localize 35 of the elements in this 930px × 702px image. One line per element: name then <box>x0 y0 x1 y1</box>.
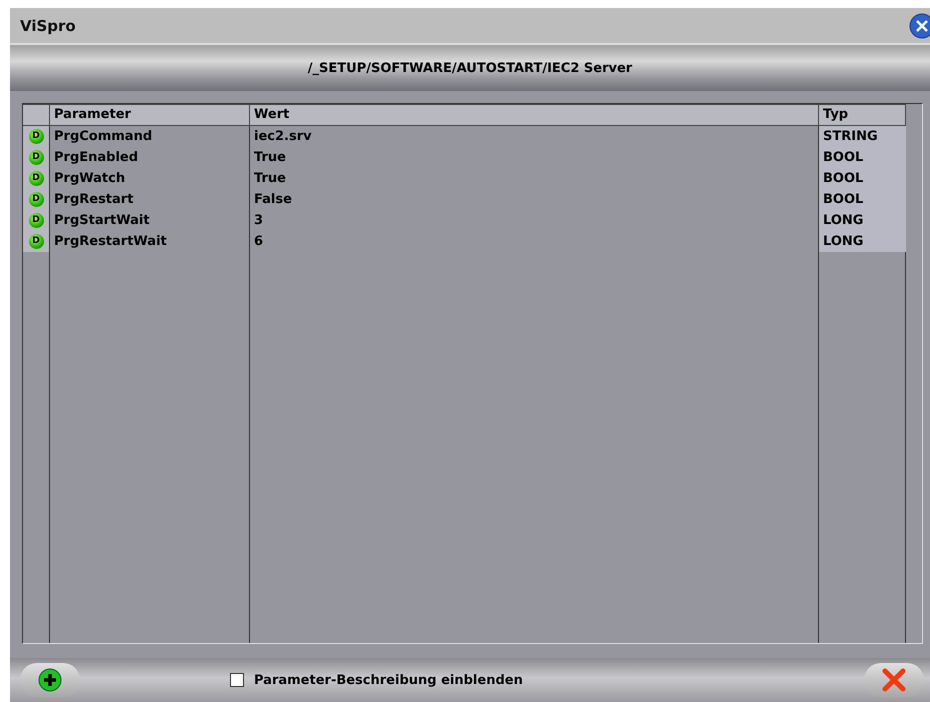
table-cell-text: PrgEnabled <box>53 149 140 167</box>
path-label: /_SETUP/SOFTWARE/AUTOSTART/IEC2 Server <box>308 60 632 76</box>
table-cell-text: PrgStartWait <box>53 212 151 230</box>
close-icon[interactable] <box>908 12 930 38</box>
window-title: ViSpro <box>19 16 76 34</box>
cross-icon <box>881 667 907 693</box>
column-header[interactable]: Typ <box>819 104 906 126</box>
table-cell-text: 3 <box>253 212 264 230</box>
table-cell-text: PrgRestart <box>53 191 134 209</box>
table-cell-text: True <box>253 149 287 167</box>
table-cell: LONG <box>819 231 906 252</box>
checkbox[interactable] <box>230 673 244 687</box>
plus-icon <box>38 668 62 692</box>
column-header[interactable]: Parameter <box>50 104 250 126</box>
checkbox-label: Parameter-Beschreibung einblenden <box>254 672 523 688</box>
status-badge: D <box>28 192 44 207</box>
column-header[interactable]: Wert <box>250 104 819 126</box>
table-cell: LONG <box>819 210 906 231</box>
table-cell-text: 6 <box>253 233 264 251</box>
status-badge: D <box>28 171 44 186</box>
status-badge: D <box>28 213 44 228</box>
header-cell <box>23 104 50 126</box>
table-cell: STRING <box>819 126 906 147</box>
table-cell: BOOL <box>819 189 906 210</box>
table-cell-text: PrgRestartWait <box>53 233 168 251</box>
table-cell: BOOL <box>819 168 906 189</box>
table-cell-text: True <box>253 170 287 188</box>
table-cell-text: PrgCommand <box>53 128 154 146</box>
table-cell-text: False <box>253 191 293 209</box>
status-badge: D <box>28 129 44 144</box>
status-badge: D <box>28 234 44 249</box>
table-cell-text: iec2.srv <box>253 128 313 146</box>
table-cell-text: PrgWatch <box>53 170 126 188</box>
status-badge: D <box>28 150 44 165</box>
table-cell: BOOL <box>819 147 906 168</box>
